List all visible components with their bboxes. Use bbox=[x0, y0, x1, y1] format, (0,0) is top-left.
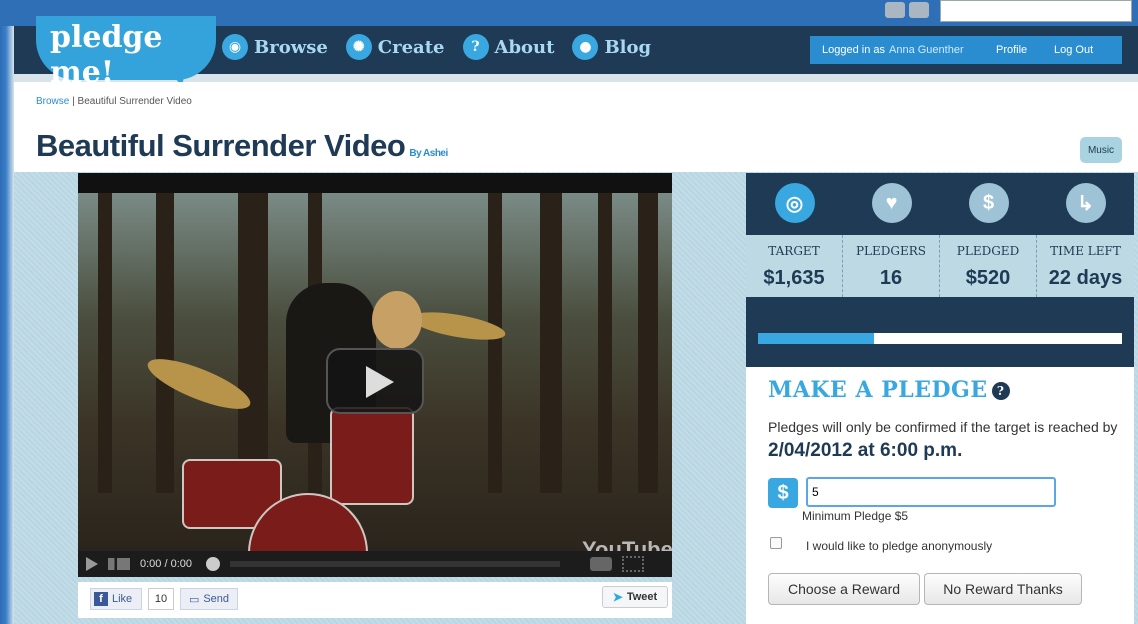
social-icons bbox=[885, 2, 933, 20]
time-arrows-icon: ↳ bbox=[1065, 183, 1106, 223]
tree bbox=[598, 193, 612, 493]
nav-label: About bbox=[494, 36, 555, 58]
category-tag[interactable]: Music bbox=[1080, 137, 1122, 163]
nav-about[interactable]: ? About bbox=[462, 34, 555, 60]
help-icon[interactable]: ? bbox=[991, 382, 1010, 400]
tree bbox=[488, 193, 502, 493]
stat-label: TIME LEFT bbox=[1050, 244, 1121, 258]
stat-value: $1,635 bbox=[763, 267, 825, 289]
tree bbox=[638, 193, 658, 493]
page-title: Beautiful Surrender Video By Ashei bbox=[36, 128, 448, 164]
no-reward-button[interactable]: No Reward Thanks bbox=[924, 573, 1082, 605]
logo[interactable]: pledge me! bbox=[36, 16, 216, 90]
facebook-send-button[interactable]: ▭ Send bbox=[180, 588, 238, 610]
funding-progress-bar bbox=[758, 333, 1122, 344]
stat-pledgers: PLEDGERS 16 bbox=[843, 235, 940, 297]
author-link[interactable]: By Ashei bbox=[409, 148, 448, 159]
like-count: 10 bbox=[148, 588, 174, 610]
stat-time-left: TIME LEFT 22 days bbox=[1037, 235, 1134, 297]
anonymous-checkbox[interactable] bbox=[770, 537, 782, 549]
stat-target: TARGET $1,635 bbox=[746, 235, 843, 297]
profile-link[interactable]: Profile bbox=[996, 44, 1027, 56]
logged-in-label: Logged in as bbox=[822, 44, 885, 56]
video-frame: YouTube bbox=[78, 193, 672, 562]
pledge-panel: ◎ ♥ $ ↳ TARGET $1,635 PLEDGERS 16 PLEDGED $… bbox=[746, 173, 1134, 624]
breadcrumb-browse-link[interactable]: Browse bbox=[36, 96, 69, 107]
play-button[interactable] bbox=[326, 348, 424, 414]
like-label: Like bbox=[112, 593, 133, 605]
nav-label: Browse bbox=[254, 36, 328, 58]
nav-create[interactable]: ✺ Create bbox=[345, 34, 445, 60]
choose-reward-button[interactable]: Choose a Reward bbox=[768, 573, 920, 605]
nav-blog[interactable]: ● Blog bbox=[572, 34, 651, 60]
expand-icon[interactable] bbox=[590, 557, 612, 571]
lightbulb-icon: ✺ bbox=[345, 34, 372, 60]
question-icon: ? bbox=[462, 34, 489, 60]
stat-value: $520 bbox=[965, 267, 1011, 289]
pledge-amount-input[interactable] bbox=[806, 477, 1056, 507]
logout-link[interactable]: Log Out bbox=[1054, 44, 1093, 56]
site-search-input[interactable] bbox=[940, 0, 1132, 22]
dollar-icon: $ bbox=[968, 183, 1009, 223]
tree bbox=[98, 193, 112, 493]
heart-icon: ♥ bbox=[871, 183, 912, 223]
volume-icon[interactable] bbox=[108, 558, 130, 570]
anonymous-label: I would like to pledge anonymously bbox=[806, 539, 993, 553]
nav-label: Blog bbox=[604, 36, 652, 58]
pledge-info-text: Pledges will only be confirmed if the ta… bbox=[768, 419, 1118, 435]
social-bar: f Like 10 ▭ Send ➤ Tweet bbox=[78, 582, 672, 618]
stat-value: 16 bbox=[879, 267, 903, 289]
play-icon[interactable] bbox=[86, 557, 98, 571]
tweet-label: Tweet bbox=[626, 591, 658, 603]
currency-icon: $ bbox=[768, 478, 798, 508]
breadcrumb-separator: | bbox=[72, 96, 75, 107]
stat-icons: ◎ ♥ $ ↳ bbox=[746, 183, 1134, 223]
make-pledge-form: MAKE A PLEDGE? Pledges will only be conf… bbox=[746, 367, 1134, 624]
tweet-button[interactable]: ➤ Tweet bbox=[602, 586, 668, 608]
seek-handle[interactable] bbox=[206, 557, 220, 571]
user-bar: Logged in as Anna Guenther Profile Log O… bbox=[810, 36, 1122, 64]
send-icon: ▭ bbox=[188, 593, 200, 606]
pledge-info: Pledges will only be confirmed if the ta… bbox=[768, 415, 1118, 463]
browser-frame: pledge me! ◉ Browse ✺ Create ? About ● Blog … bbox=[0, 0, 1138, 624]
stat-label: PLEDGED bbox=[956, 244, 1020, 258]
facebook-icon: f bbox=[94, 592, 108, 606]
username-link[interactable]: Anna Guenther bbox=[889, 44, 964, 56]
pledge-heading: MAKE A PLEDGE? bbox=[768, 377, 1010, 403]
stat-label: TARGET bbox=[768, 244, 820, 258]
snare-drum bbox=[330, 407, 414, 505]
stats-table: TARGET $1,635 PLEDGERS 16 PLEDGED $520 TIME… bbox=[746, 235, 1134, 297]
pledge-title: MAKE A PLEDGE bbox=[768, 377, 988, 403]
minimum-pledge-label: Minimum Pledge $5 bbox=[802, 509, 909, 523]
nav-browse[interactable]: ◉ Browse bbox=[222, 34, 328, 60]
pledge-deadline: 2/04/2012 at 6:00 p.m. bbox=[768, 440, 963, 461]
video-time: 0:00 / 0:00 bbox=[140, 558, 192, 570]
speech-bubble-icon: ● bbox=[572, 34, 599, 60]
breadcrumb: Browse | Beautiful Surrender Video bbox=[36, 96, 192, 107]
twitter-bird-icon: ➤ bbox=[612, 590, 623, 604]
target-icon: ◎ bbox=[774, 183, 815, 223]
twitter-icon[interactable] bbox=[909, 2, 929, 18]
stat-pledged: PLEDGED $520 bbox=[940, 235, 1037, 297]
nav-label: Create bbox=[377, 36, 445, 58]
stat-label: PLEDGERS bbox=[855, 244, 927, 258]
tree bbox=[238, 193, 268, 493]
tree bbox=[156, 193, 174, 493]
tree bbox=[540, 193, 562, 493]
drummer-head bbox=[372, 291, 422, 349]
facebook-icon[interactable] bbox=[885, 2, 905, 18]
breadcrumb-current: Beautiful Surrender Video bbox=[77, 96, 192, 107]
stats-block: ◎ ♥ $ ↳ TARGET $1,635 PLEDGERS 16 PLEDGED $… bbox=[746, 173, 1134, 367]
eye-icon: ◉ bbox=[222, 34, 248, 60]
project-title: Beautiful Surrender Video bbox=[36, 128, 406, 163]
funding-progress-fill bbox=[758, 333, 875, 344]
main-nav: ◉ Browse ✺ Create ? About ● Blog bbox=[222, 34, 651, 60]
stat-value: 22 days bbox=[1048, 267, 1123, 289]
video-controls: 0:00 / 0:00 bbox=[78, 551, 672, 577]
facebook-like-button[interactable]: f Like bbox=[90, 588, 142, 610]
fullscreen-icon[interactable] bbox=[622, 556, 644, 572]
video-player[interactable]: YouTube 0:00 / 0:00 bbox=[78, 173, 672, 577]
seek-bar[interactable] bbox=[230, 561, 560, 567]
send-label: Send bbox=[203, 593, 230, 605]
